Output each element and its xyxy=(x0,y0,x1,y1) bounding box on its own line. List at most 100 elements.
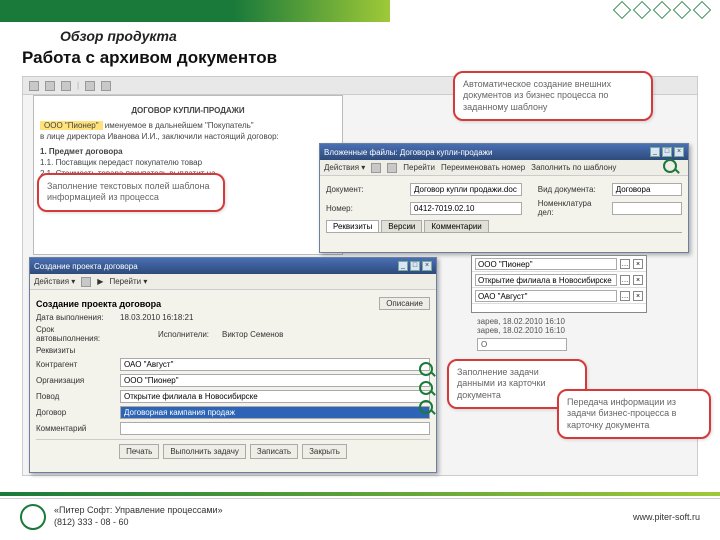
window-titlebar[interactable]: Создание проекта договора _ □ × xyxy=(30,258,436,274)
close-button[interactable]: Закрыть xyxy=(302,444,347,459)
doc-title: ДОГОВОР КУПЛИ-ПРОДАЖИ xyxy=(40,106,336,115)
close-icon[interactable]: × xyxy=(633,291,643,301)
field-label: Повод xyxy=(36,392,116,401)
callout-auto-create: Автоматическое создание внешних документ… xyxy=(453,71,653,121)
doc-text: 1.1. Поставщик передаст покупателю товар xyxy=(40,158,336,167)
window-toolbar: Действия ▾ ▶ Перейти ▾ xyxy=(30,274,436,290)
list-popup: ООО "Пионер"…× Открытие филиала в Новоси… xyxy=(471,255,647,313)
field-label: Вид документа: xyxy=(538,185,608,194)
tool-icon[interactable] xyxy=(45,81,55,91)
tool-icon[interactable] xyxy=(29,81,39,91)
tool-icon[interactable] xyxy=(61,81,71,91)
field-label: Комментарий xyxy=(36,424,116,433)
tool-icon[interactable] xyxy=(101,81,111,91)
minimize-icon[interactable]: _ xyxy=(650,147,660,157)
maximize-icon[interactable]: □ xyxy=(662,147,672,157)
minimize-icon[interactable]: _ xyxy=(398,261,408,271)
window-controls: _ □ × xyxy=(398,261,432,271)
form-heading: Создание проекта договора xyxy=(36,299,161,309)
website-url: www.piter-soft.ru xyxy=(633,512,700,522)
date-value: 18.03.2010 16:18:21 xyxy=(120,313,193,322)
field-label: Организация xyxy=(36,376,116,385)
field-label: Срок автовыполнения: xyxy=(36,325,116,343)
magnifier-icon xyxy=(419,381,433,395)
product-name: «Питер Софт: Управление процессами» xyxy=(54,505,223,516)
description-button[interactable]: Описание xyxy=(379,297,430,310)
list-item[interactable]: Открытие филиала в Новосибирске…× xyxy=(472,272,646,288)
tool-icon[interactable] xyxy=(85,81,95,91)
actions-menu[interactable]: Действия ▾ xyxy=(34,277,75,286)
doc-text: 1. Предмет договора xyxy=(40,147,336,156)
close-icon[interactable]: × xyxy=(422,261,432,271)
print-button[interactable]: Печать xyxy=(119,444,159,459)
kind-field[interactable]: Договора xyxy=(612,183,682,196)
close-icon[interactable]: × xyxy=(633,259,643,269)
magnifier-icon xyxy=(419,400,433,414)
counterparty-field[interactable]: ОАО "Август" xyxy=(120,358,430,371)
field-label: Контрагент xyxy=(36,360,116,369)
field-label: Документ: xyxy=(326,185,406,194)
callout-fill-template: Заполнение текстовых полей шаблона инфор… xyxy=(37,173,225,212)
renumber-button[interactable]: Переименовать номер xyxy=(441,163,525,172)
field-label: Номенклатура дел: xyxy=(538,199,608,217)
icon-button[interactable] xyxy=(387,163,397,173)
callout-transfer: Передача информации из задачи бизнес-про… xyxy=(557,389,711,439)
field-label: Дата выполнения: xyxy=(36,313,116,322)
fill-template-button[interactable]: Заполнить по шаблону xyxy=(531,163,616,172)
close-icon[interactable]: × xyxy=(674,147,684,157)
stage: | ДОГОВОР КУПЛИ-ПРОДАЖИ ООО "Пионер" име… xyxy=(22,76,698,476)
executor-value: Виктор Семенов xyxy=(222,330,283,339)
tab-comments[interactable]: Комментарии xyxy=(424,220,488,232)
brand-strip xyxy=(0,0,390,22)
window-title: Создание проекта договора xyxy=(34,262,138,271)
tab-versions[interactable]: Версии xyxy=(381,220,422,232)
tab-requisites[interactable]: Реквизиты xyxy=(326,220,379,232)
icon-button[interactable] xyxy=(81,277,91,287)
document-field[interactable]: Договор купли продажи.doc xyxy=(410,183,522,196)
page-title: Работа с архивом документов xyxy=(22,48,720,68)
ellipsis-icon[interactable]: … xyxy=(620,275,630,285)
goto-menu[interactable]: Перейти ▾ xyxy=(109,277,147,286)
contract-field[interactable]: Договорная кампания продаж xyxy=(120,406,430,419)
window-controls: _ □ × xyxy=(650,147,684,157)
maximize-icon[interactable]: □ xyxy=(410,261,420,271)
reg-field[interactable] xyxy=(612,202,682,215)
window-attachments: Вложенные файлы: Договора купли-продажи … xyxy=(319,143,689,253)
field-label: Номер: xyxy=(326,204,406,213)
list-item[interactable]: ОАО "Август"…× xyxy=(472,288,646,304)
form-buttons: Печать Выполнить задачу Записать Закрыть xyxy=(36,439,430,459)
footer-divider xyxy=(0,492,720,496)
play-icon[interactable]: ▶ xyxy=(97,277,103,286)
magnifier-icon xyxy=(419,362,433,376)
list-item[interactable]: ООО "Пионер"…× xyxy=(472,256,646,272)
close-icon[interactable]: × xyxy=(633,275,643,285)
number-field[interactable]: 0412-7019.02.10 xyxy=(410,202,522,215)
window-project: Создание проекта договора _ □ × Действия… xyxy=(29,257,437,473)
window-body: Создание проекта договора Описание Дата … xyxy=(30,290,436,463)
save-button[interactable]: Записать xyxy=(250,444,298,459)
field-label: Исполнители: xyxy=(158,330,218,339)
doc-text: именуемое в дальнейшем "Покупатель" xyxy=(105,121,254,130)
phone: (812) 333 - 08 - 60 xyxy=(54,517,223,528)
window-titlebar[interactable]: Вложенные файлы: Договора купли-продажи … xyxy=(320,144,688,160)
reason-field[interactable]: Открытие филиала в Новосибирске xyxy=(120,390,430,403)
icon-button[interactable] xyxy=(371,163,381,173)
tabs: Реквизиты Версии Комментарии xyxy=(326,220,682,233)
comment-field[interactable] xyxy=(120,422,430,435)
ellipsis-icon[interactable]: … xyxy=(620,259,630,269)
grid-fragment: зарев, 18.02.2010 16:10 зарев, 18.02.201… xyxy=(477,317,567,351)
decor-cubes xyxy=(614,2,710,18)
actions-menu[interactable]: Действия ▾ xyxy=(324,163,365,172)
goto-button[interactable]: Перейти xyxy=(403,163,435,172)
field[interactable]: О xyxy=(477,338,567,351)
doc-highlight: ООО "Пионер" xyxy=(40,121,103,130)
ellipsis-icon[interactable]: … xyxy=(620,291,630,301)
organization-field[interactable]: ООО "Пионер" xyxy=(120,374,430,387)
doc-text: в лице директора Иванова И.И., заключили… xyxy=(40,132,336,141)
footer: «Питер Софт: Управление процессами» (812… xyxy=(0,498,720,534)
execute-task-button[interactable]: Выполнить задачу xyxy=(163,444,246,459)
section-label: Обзор продукта xyxy=(60,28,720,44)
magnifier-icon xyxy=(663,159,677,173)
field-label: Договор xyxy=(36,408,116,417)
window-toolbar: Действия ▾ Перейти Переименовать номер З… xyxy=(320,160,688,176)
